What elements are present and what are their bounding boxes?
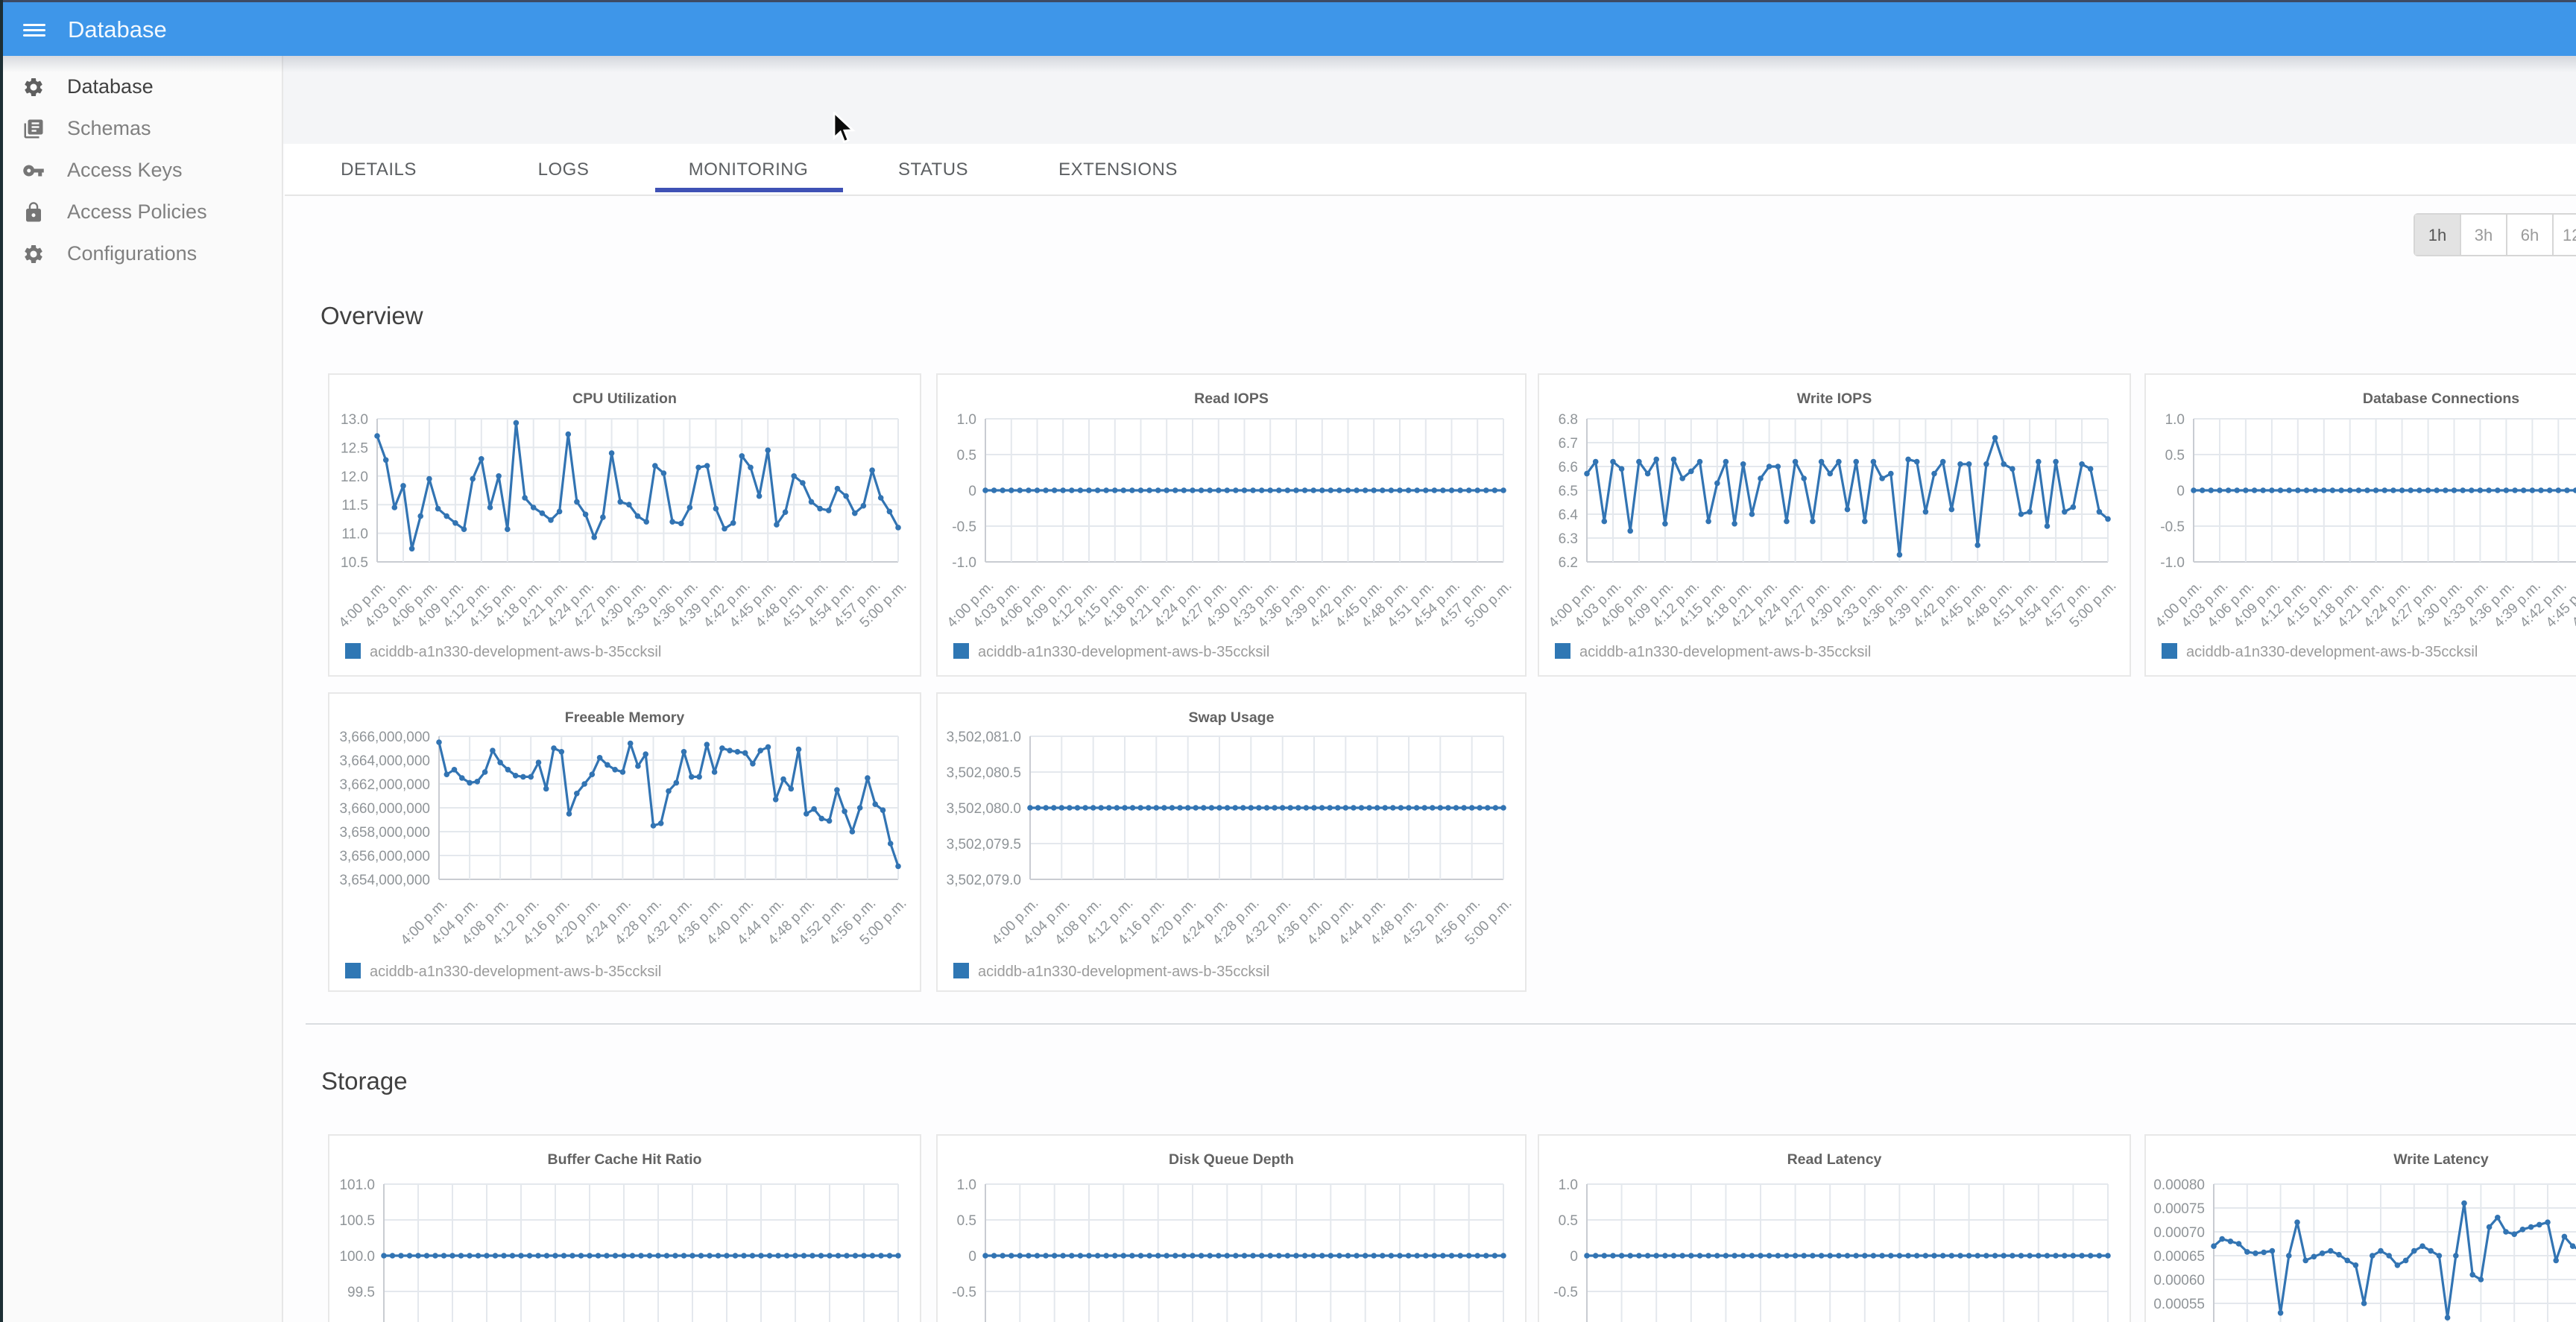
svg-text:0.5: 0.5 [957,1213,976,1229]
svg-text:3,654,000,000: 3,654,000,000 [339,873,430,888]
svg-text:6.5: 6.5 [1559,484,1578,499]
svg-text:-0.5: -0.5 [952,1285,976,1300]
svg-text:6.6: 6.6 [1559,460,1578,475]
svg-text:Write IOPS: Write IOPS [1797,390,1872,407]
svg-text:-1.0: -1.0 [2160,555,2185,571]
svg-text:aciddb-a1n330-development-aws-: aciddb-a1n330-development-aws-b-35ccksil [370,644,661,660]
svg-text:6.4: 6.4 [1559,507,1579,523]
svg-text:0.5: 0.5 [2165,448,2185,464]
svg-text:1.0: 1.0 [2165,412,2185,428]
svg-text:Swap Usage: Swap Usage [1189,709,1275,726]
svg-text:99.5: 99.5 [347,1285,375,1300]
svg-text:aciddb-a1n330-development-aws-: aciddb-a1n330-development-aws-b-35ccksil [978,964,1269,980]
svg-text:3,502,080.0: 3,502,080.0 [947,801,1021,817]
svg-text:Disk Queue Depth: Disk Queue Depth [1169,1151,1294,1168]
svg-text:0.00070: 0.00070 [2153,1225,2205,1241]
svg-text:6.3: 6.3 [1559,531,1578,547]
svg-text:-1.0: -1.0 [952,555,976,571]
svg-text:3,662,000,000: 3,662,000,000 [339,777,430,793]
svg-text:Freeable Memory: Freeable Memory [565,709,685,726]
svg-text:11.0: 11.0 [341,527,368,543]
svg-text:6.7: 6.7 [1559,436,1578,452]
svg-text:0.00080: 0.00080 [2153,1177,2205,1193]
svg-text:12.0: 12.0 [341,469,368,485]
svg-text:0.00075: 0.00075 [2153,1201,2205,1217]
svg-text:3,502,081.0: 3,502,081.0 [947,730,1021,745]
svg-text:Write Latency: Write Latency [2393,1151,2489,1168]
svg-text:aciddb-a1n330-development-aws-: aciddb-a1n330-development-aws-b-35ccksil [370,964,661,980]
svg-text:11.5: 11.5 [341,498,368,513]
svg-text:0: 0 [968,1249,976,1265]
svg-text:0.00055: 0.00055 [2153,1297,2205,1312]
svg-text:0: 0 [1570,1249,1578,1265]
svg-text:-0.5: -0.5 [952,519,976,535]
svg-text:Read Latency: Read Latency [1787,1151,1882,1168]
svg-text:101.0: 101.0 [339,1177,375,1193]
svg-text:3,660,000,000: 3,660,000,000 [339,801,430,817]
svg-text:0.5: 0.5 [1559,1213,1578,1229]
svg-text:3,658,000,000: 3,658,000,000 [339,825,430,841]
svg-text:3,502,080.5: 3,502,080.5 [947,765,1021,781]
svg-text:0: 0 [968,484,976,499]
svg-text:3,664,000,000: 3,664,000,000 [339,753,430,769]
svg-text:1.0: 1.0 [1559,1177,1578,1193]
svg-text:0.00065: 0.00065 [2153,1249,2205,1265]
svg-text:1.0: 1.0 [957,1177,976,1193]
svg-text:aciddb-a1n330-development-aws-: aciddb-a1n330-development-aws-b-35ccksil [1579,644,1871,660]
svg-text:Buffer Cache Hit Ratio: Buffer Cache Hit Ratio [548,1151,702,1168]
svg-text:aciddb-a1n330-development-aws-: aciddb-a1n330-development-aws-b-35ccksil [978,644,1269,660]
svg-text:6.2: 6.2 [1559,555,1578,571]
svg-text:100.5: 100.5 [339,1213,375,1229]
svg-text:10.5: 10.5 [341,555,368,571]
svg-text:0: 0 [2176,484,2185,499]
svg-text:1.0: 1.0 [957,412,976,428]
svg-text:aciddb-a1n330-development-aws-: aciddb-a1n330-development-aws-b-35ccksil [2186,644,2478,660]
svg-text:3,656,000,000: 3,656,000,000 [339,849,430,864]
svg-text:CPU Utilization: CPU Utilization [572,390,677,407]
svg-text:0.5: 0.5 [957,448,976,464]
svg-text:-0.5: -0.5 [2160,519,2185,535]
svg-text:100.0: 100.0 [339,1249,375,1265]
svg-text:6.8: 6.8 [1559,412,1578,428]
svg-text:0.00060: 0.00060 [2153,1273,2205,1288]
svg-text:3,502,079.0: 3,502,079.0 [947,873,1021,888]
svg-text:12.5: 12.5 [341,440,368,456]
svg-text:Read IOPS: Read IOPS [1194,390,1269,407]
svg-text:3,502,079.5: 3,502,079.5 [947,837,1021,853]
svg-text:-0.5: -0.5 [1553,1285,1578,1300]
svg-text:3,666,000,000: 3,666,000,000 [339,730,430,745]
svg-text:Database Connections: Database Connections [2363,390,2519,407]
svg-text:13.0: 13.0 [341,412,368,428]
